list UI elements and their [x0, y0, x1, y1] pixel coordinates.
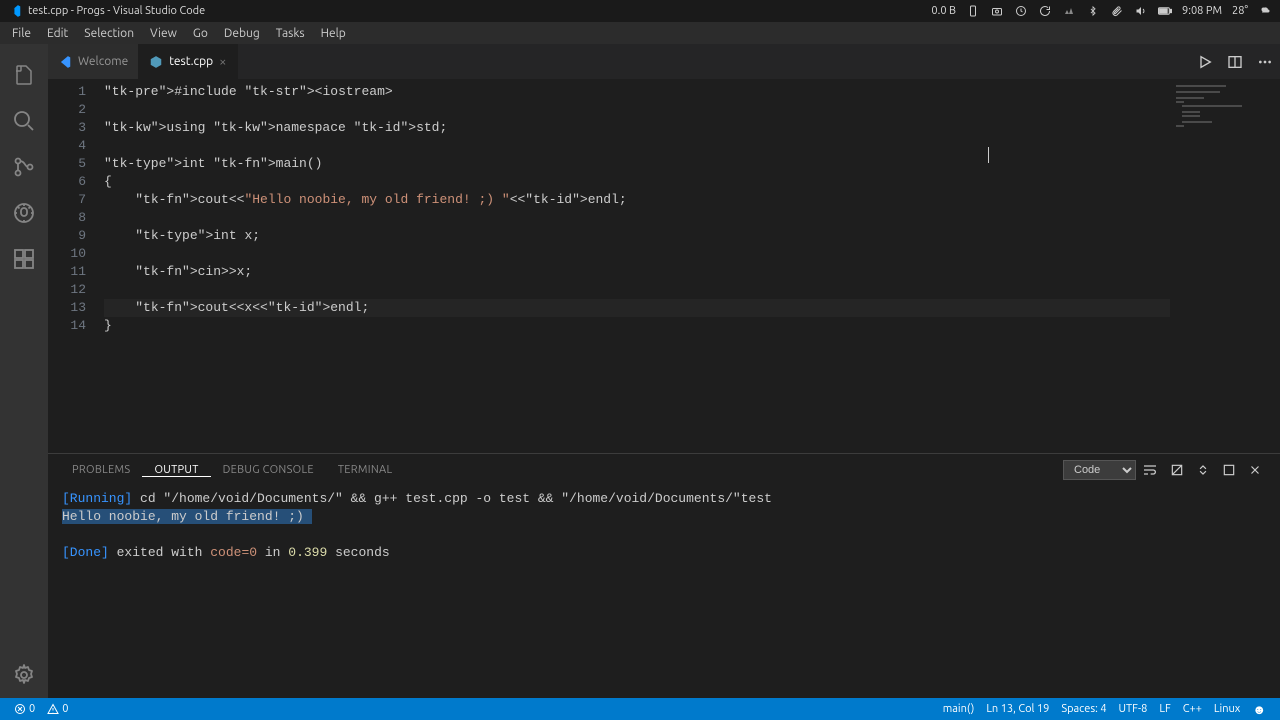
debug-icon[interactable] — [0, 190, 48, 236]
split-editor-icon[interactable] — [1220, 44, 1250, 79]
menu-debug[interactable]: Debug — [216, 27, 268, 40]
feedback-icon[interactable]: ☻ — [1246, 702, 1272, 717]
status-indent[interactable]: Spaces: 4 — [1055, 703, 1112, 715]
menu-selection[interactable]: Selection — [76, 27, 142, 40]
run-code-icon[interactable] — [1190, 44, 1220, 79]
bluetooth-icon[interactable] — [1086, 4, 1100, 18]
clear-output-icon[interactable] — [1164, 463, 1190, 477]
menubar: File Edit Selection View Go Debug Tasks … — [0, 22, 1280, 44]
panel-tab-problems[interactable]: PROBLEMS — [60, 464, 142, 476]
phone-icon[interactable] — [966, 4, 980, 18]
net-speed: 0.0 B — [931, 5, 956, 17]
close-icon[interactable]: × — [219, 55, 226, 69]
clock[interactable]: 9:08 PM — [1182, 5, 1222, 17]
weather-icon[interactable] — [1258, 4, 1272, 18]
panel-tab-terminal[interactable]: TERMINAL — [326, 464, 405, 476]
output-channel-select[interactable]: Code — [1063, 460, 1136, 480]
status-encoding[interactable]: UTF-8 — [1113, 703, 1154, 715]
menu-edit[interactable]: Edit — [39, 27, 76, 40]
status-position[interactable]: Ln 13, Col 19 — [980, 703, 1055, 715]
code-editor[interactable]: 1 2 3 4 5 6 7 8 9 10 11 12 13 14 "tk-pre… — [48, 79, 1280, 453]
bottom-panel: PROBLEMS OUTPUT DEBUG CONSOLE TERMINAL C… — [48, 453, 1280, 698]
menu-file[interactable]: File — [4, 27, 39, 40]
menu-help[interactable]: Help — [313, 27, 354, 40]
editor-tabs: Welcome test.cpp × — [48, 44, 1280, 79]
search-icon[interactable] — [0, 98, 48, 144]
minimap[interactable] — [1170, 79, 1280, 453]
text-cursor-icon — [988, 147, 989, 163]
tab-test-cpp[interactable]: test.cpp × — [139, 44, 237, 79]
status-warnings[interactable]: 0 — [41, 703, 74, 715]
line-gutter: 1 2 3 4 5 6 7 8 9 10 11 12 13 14 — [48, 79, 104, 453]
tab-label: Welcome — [78, 55, 128, 68]
status-eol[interactable]: LF — [1153, 703, 1176, 715]
scroll-lock-icon[interactable] — [1190, 463, 1216, 477]
os-topbar: test.cpp - Progs - Visual Studio Code 0.… — [0, 0, 1280, 22]
status-language[interactable]: C++ — [1177, 703, 1208, 715]
status-scope[interactable]: main() — [937, 703, 981, 715]
maximize-panel-icon[interactable] — [1216, 463, 1242, 477]
activity-bar — [0, 44, 48, 698]
statusbar: 0 0 main() Ln 13, Col 19 Spaces: 4 UTF-8… — [0, 698, 1280, 720]
network-icon[interactable] — [1062, 4, 1076, 18]
window-title: test.cpp - Progs - Visual Studio Code — [28, 5, 205, 17]
source-control-icon[interactable] — [0, 144, 48, 190]
extensions-icon[interactable] — [0, 236, 48, 282]
menu-go[interactable]: Go — [185, 27, 216, 40]
camera-icon[interactable] — [990, 4, 1004, 18]
tab-welcome[interactable]: Welcome — [48, 44, 139, 79]
status-os[interactable]: Linux — [1208, 703, 1246, 715]
panel-tab-output[interactable]: OUTPUT — [142, 464, 210, 477]
temperature[interactable]: 28° — [1232, 5, 1248, 17]
panel-tabs: PROBLEMS OUTPUT DEBUG CONSOLE TERMINAL C… — [48, 454, 1280, 486]
panel-tab-debug-console[interactable]: DEBUG CONSOLE — [211, 464, 326, 476]
word-wrap-icon[interactable] — [1136, 462, 1164, 478]
tab-label: test.cpp — [169, 55, 213, 68]
output-content[interactable]: [Running] cd "/home/void/Documents/" && … — [48, 486, 1280, 698]
refresh-icon[interactable] — [1038, 4, 1052, 18]
close-panel-icon[interactable] — [1242, 463, 1268, 477]
vscode-logo-icon — [8, 4, 22, 18]
battery-icon[interactable] — [1158, 4, 1172, 18]
volume-icon[interactable] — [1134, 4, 1148, 18]
menu-view[interactable]: View — [142, 27, 185, 40]
menu-tasks[interactable]: Tasks — [268, 27, 313, 40]
updates-icon[interactable] — [1014, 4, 1028, 18]
more-actions-icon[interactable] — [1250, 44, 1280, 79]
status-errors[interactable]: 0 — [8, 703, 41, 715]
explorer-icon[interactable] — [0, 52, 48, 98]
settings-gear-icon[interactable] — [0, 652, 48, 698]
code-content[interactable]: "tk-pre">#include "tk-str"><iostream> "t… — [104, 79, 1170, 453]
attachment-icon[interactable] — [1110, 4, 1124, 18]
